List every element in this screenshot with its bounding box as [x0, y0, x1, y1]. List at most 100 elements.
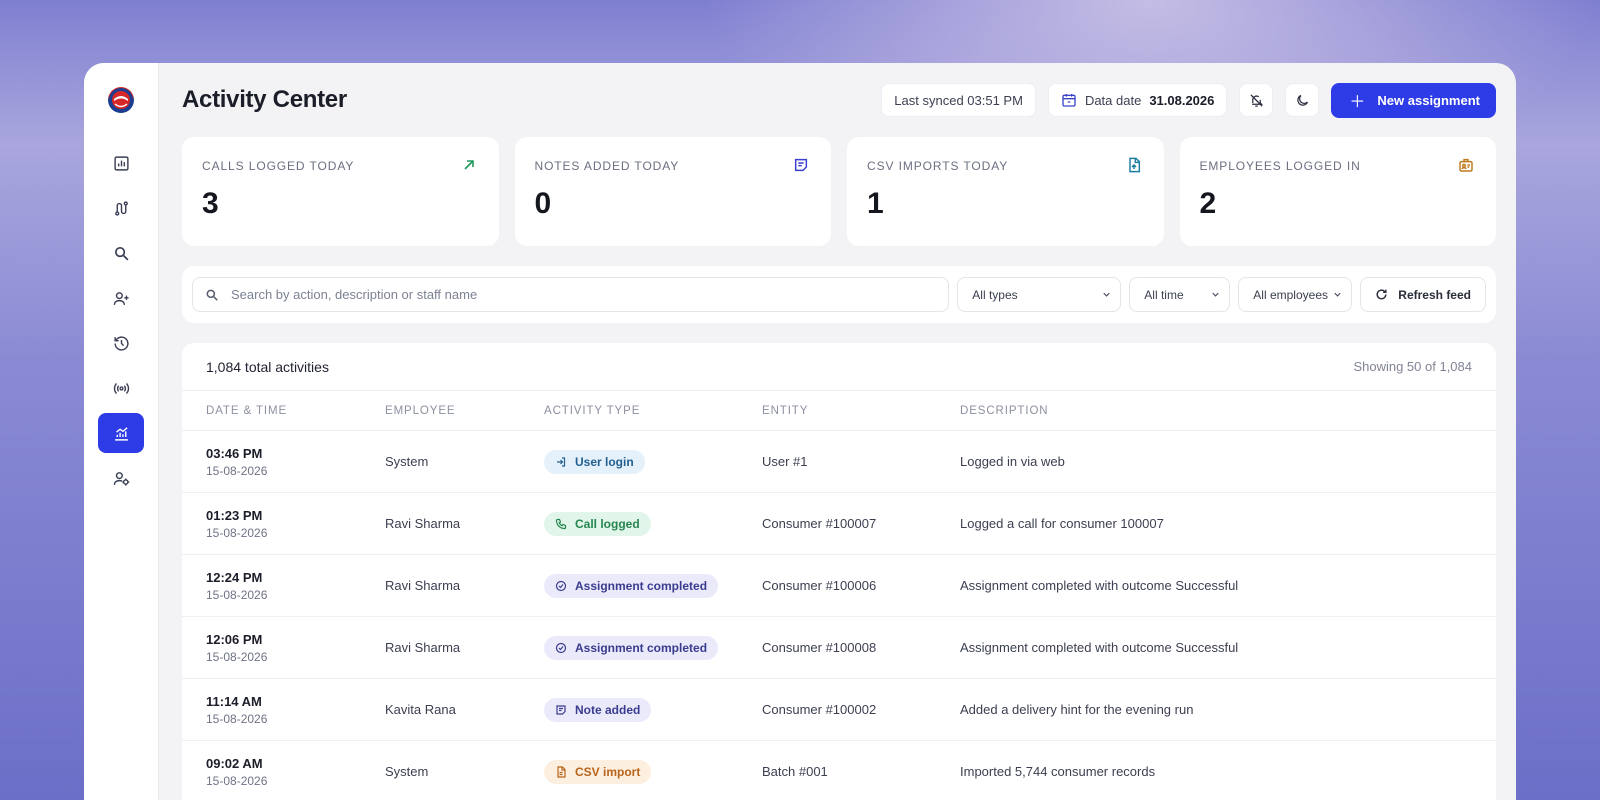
- sidebar-item-routes[interactable]: [98, 188, 144, 228]
- refresh-feed-button[interactable]: Refresh feed: [1360, 277, 1486, 312]
- row-employee: Ravi Sharma: [385, 640, 461, 655]
- type-select-value: All types: [972, 287, 1018, 302]
- last-synced-indicator: Last synced 03:51 PM: [881, 83, 1036, 117]
- row-entity: Batch #001: [762, 764, 828, 779]
- stat-card-csv: CSV imports today 1: [847, 137, 1164, 246]
- row-entity: Consumer #100002: [762, 702, 877, 717]
- row-time: 11:14 AM: [206, 693, 262, 709]
- app-window: Activity Center Last synced 03:51 PM Dat…: [84, 63, 1516, 800]
- sidebar-item-broadcast[interactable]: [98, 368, 144, 408]
- activity-badge: CSV import: [544, 759, 652, 784]
- column-description[interactable]: Description: [960, 405, 1496, 417]
- row-date: 15-08-2026: [206, 525, 268, 540]
- row-description: Imported 5,744 consumer records: [960, 764, 1156, 779]
- stat-label: Notes added today: [534, 159, 680, 173]
- login-icon: [557, 456, 566, 467]
- sidebar-item-reports[interactable]: [98, 143, 144, 183]
- chevron-down-icon: [1103, 292, 1110, 297]
- sidebar-item-add-user[interactable]: [98, 278, 144, 318]
- row-time: 01:23 PM: [206, 507, 263, 523]
- time-select[interactable]: All time: [1129, 277, 1231, 312]
- employee-select-value: All employees: [1253, 287, 1328, 302]
- row-description: Added a delivery hint for the evening ru…: [960, 702, 1194, 717]
- refresh-feed-label: Refresh feed: [1398, 287, 1471, 302]
- row-time: 09:02 AM: [206, 755, 263, 771]
- table-row[interactable]: 01:23 PM 15-08-2026 Ravi Sharma Call logg…: [182, 493, 1496, 555]
- activity-badge-label: Assignment completed: [575, 640, 708, 655]
- row-entity: Consumer #100008: [762, 640, 877, 655]
- chevron-down-icon: [1212, 292, 1219, 297]
- total-activities: 1,084 total activities: [206, 358, 329, 375]
- note-icon: [794, 158, 808, 172]
- sidebar: [84, 63, 159, 800]
- data-date-label: Data date: [1084, 92, 1142, 108]
- search-input[interactable]: [231, 287, 937, 302]
- stats-row: Calls logged today 3 Notes added today 0…: [182, 137, 1496, 246]
- sidebar-item-search[interactable]: [98, 233, 144, 273]
- activity-badge: Assignment completed: [544, 573, 719, 598]
- data-date-picker[interactable]: Data date 31.08.2026: [1047, 83, 1228, 117]
- type-select[interactable]: All types: [957, 277, 1122, 312]
- user-settings-icon: [113, 471, 129, 486]
- row-description: Logged a call for consumer 100007: [960, 516, 1164, 531]
- row-employee: Ravi Sharma: [385, 578, 461, 593]
- stat-label: Calls logged today: [202, 159, 355, 173]
- showing-count: Showing 50 of 1,084: [1353, 359, 1472, 374]
- file-upload-icon: [1128, 157, 1140, 173]
- new-assignment-button[interactable]: ＋ New assignment: [1331, 82, 1496, 118]
- sidebar-item-history[interactable]: [98, 323, 144, 363]
- broadcast-icon: [113, 382, 129, 394]
- search-icon: [206, 289, 218, 301]
- column-date-time[interactable]: Date & Time: [206, 405, 385, 417]
- employee-select[interactable]: All employees: [1238, 277, 1353, 312]
- row-date: 15-08-2026: [206, 463, 268, 478]
- filter-bar: All types All time All employees Refresh…: [182, 266, 1496, 323]
- table-header: 1,084 total activities Showing 50 of 1,0…: [182, 343, 1496, 391]
- add-user-icon: [113, 291, 129, 305]
- stat-label: CSV imports today: [867, 159, 1009, 173]
- calendar-icon: [1062, 94, 1076, 107]
- notifications-button[interactable]: [1239, 83, 1274, 117]
- table-row[interactable]: 12:06 PM 15-08-2026 Ravi Sharma Assignmen…: [182, 617, 1496, 679]
- row-date: 15-08-2026: [206, 649, 268, 664]
- stat-card-notes: Notes added today 0: [514, 137, 831, 246]
- phone-icon: [555, 518, 567, 529]
- moon-icon: [1297, 94, 1308, 106]
- row-description: Assignment completed with outcome Succes…: [960, 640, 1239, 655]
- search-icon: [114, 246, 128, 260]
- row-entity: Consumer #100006: [762, 578, 877, 593]
- new-assignment-label: New assignment: [1377, 92, 1480, 108]
- last-synced-text: Last synced 03:51 PM: [894, 92, 1023, 108]
- time-select-value: All time: [1144, 287, 1184, 302]
- column-employee[interactable]: Employee: [385, 405, 544, 417]
- row-time: 12:24 PM: [206, 569, 263, 585]
- sidebar-item-user-settings[interactable]: [98, 458, 144, 498]
- activity-badge: User login: [544, 449, 645, 474]
- column-entity[interactable]: Entity: [762, 405, 960, 417]
- theme-toggle-button[interactable]: [1285, 83, 1320, 117]
- table-row[interactable]: 11:14 AM 15-08-2026 Kavita Rana Note adde…: [182, 679, 1496, 741]
- row-entity: Consumer #100007: [762, 516, 877, 531]
- table-row[interactable]: 03:46 PM 15-08-2026 System User login Use…: [182, 431, 1496, 493]
- row-description: Logged in via web: [960, 454, 1065, 469]
- row-employee: System: [385, 454, 429, 469]
- table-row[interactable]: 09:02 AM 15-08-2026 System CSV import Bat…: [182, 741, 1496, 800]
- activity-badge: Call logged: [544, 511, 651, 536]
- activity-badge-label: Assignment completed: [575, 578, 708, 593]
- reports-icon: [113, 155, 129, 171]
- row-employee: Ravi Sharma: [385, 516, 461, 531]
- refresh-icon: [1376, 289, 1387, 300]
- file-icon: [557, 765, 566, 778]
- note-icon: [556, 704, 566, 715]
- brand-logo[interactable]: [108, 87, 134, 113]
- row-time: 12:06 PM: [206, 631, 263, 647]
- plus-icon: ＋: [1349, 94, 1366, 111]
- column-activity-type[interactable]: Activity Type: [544, 405, 762, 417]
- stat-label: Employees logged in: [1199, 159, 1361, 173]
- stat-value: 1: [867, 187, 884, 220]
- sidebar-item-activity[interactable]: [98, 413, 144, 453]
- table-row[interactable]: 12:24 PM 15-08-2026 Ravi Sharma Assignmen…: [182, 555, 1496, 617]
- table-columns: Date & Time Employee Activity Type Entit…: [182, 391, 1496, 431]
- activity-badge-label: Call logged: [575, 516, 640, 531]
- check-circle-icon: [555, 642, 567, 653]
